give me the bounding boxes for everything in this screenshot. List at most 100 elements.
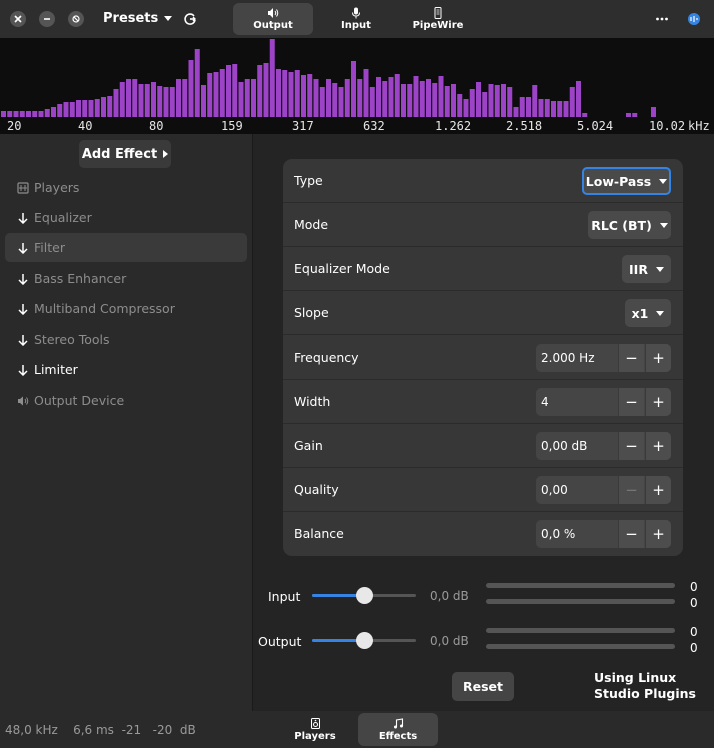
minus-icon: −: [625, 481, 638, 499]
sidebar-item-limiter[interactable]: Limiter: [5, 355, 247, 384]
spectrum-bar: [407, 84, 413, 117]
spectrum-bar: [332, 83, 338, 117]
spectrum-bar: [201, 85, 206, 117]
spectrum-bar: [469, 89, 475, 117]
bypass-button[interactable]: [68, 11, 84, 27]
minimize-window-button[interactable]: [39, 11, 55, 27]
gain-value[interactable]: 0,00 dB: [541, 439, 587, 453]
add-effect-button[interactable]: Add Effect: [79, 140, 171, 168]
sidebar-item-stereo-tools[interactable]: Stereo Tools: [5, 325, 247, 354]
arrow-down-icon: [16, 363, 30, 377]
peak-left: -21: [121, 723, 142, 737]
spectrum-bar: [194, 49, 200, 117]
balance-increase-button[interactable]: +: [645, 520, 671, 548]
spectrum-bar: [169, 87, 175, 117]
close-window-button[interactable]: [10, 11, 26, 27]
minus-icon: −: [625, 349, 638, 367]
sidebar-item-equalizer[interactable]: Equalizer: [5, 203, 247, 232]
players-icon: [16, 181, 30, 195]
sidebar-item-label: Players: [34, 180, 80, 195]
balance-value[interactable]: 0,0 %: [541, 527, 575, 541]
equalizer-mode-dropdown[interactable]: IIR: [622, 255, 671, 283]
sidebar-item-players[interactable]: Players: [5, 173, 247, 202]
width-spinbutton[interactable]: 4 − +: [536, 388, 671, 416]
spectrum-bar: [132, 79, 138, 117]
reset-button[interactable]: Reset: [452, 672, 514, 701]
input-gain-slider[interactable]: [312, 587, 416, 604]
spectrum-bar: [538, 99, 544, 117]
width-increase-button[interactable]: +: [645, 388, 671, 416]
frequency-value[interactable]: 2.000 Hz: [541, 351, 595, 365]
spectrum-bar: [226, 65, 231, 117]
presets-menu-button[interactable]: Presets: [103, 11, 173, 26]
spectrum-bar: [626, 113, 631, 117]
sidebar-item-multiband-compressor[interactable]: Multiband Compressor: [5, 294, 247, 323]
arrow-down-icon: [16, 333, 30, 347]
gain-decrease-button[interactable]: −: [618, 432, 644, 460]
width-row: Width 4 − +: [283, 380, 683, 424]
mode-value: RLC (BT): [591, 217, 652, 233]
type-dropdown[interactable]: Low-Pass: [582, 167, 671, 195]
spectrum-bar: [138, 84, 144, 117]
gain-increase-button[interactable]: +: [645, 432, 671, 460]
autoload-button[interactable]: [181, 10, 199, 28]
output-gain-slider[interactable]: [312, 632, 416, 649]
frequency-decrease-button[interactable]: −: [618, 344, 644, 372]
width-decrease-button[interactable]: −: [618, 388, 644, 416]
tab-players-label: Players: [294, 730, 336, 742]
output-gain-slider-knob[interactable]: [355, 632, 373, 649]
spectrum-bar: [151, 82, 156, 117]
spectrum-bar: [276, 69, 281, 117]
quality-value[interactable]: 0,00: [541, 483, 568, 497]
spectrum-bar: [401, 84, 406, 117]
gain-spinbutton[interactable]: 0,00 dB − +: [536, 432, 671, 460]
tab-pipewire[interactable]: PipeWire: [398, 3, 478, 35]
header-bar: Presets Output Input PipeWire: [0, 0, 714, 38]
mode-label: Mode: [294, 217, 329, 232]
quality-decrease-button[interactable]: −: [618, 476, 644, 504]
spectrum-bar: [319, 87, 325, 117]
input-meter-right-value: 0: [690, 596, 698, 610]
input-gain-slider-knob[interactable]: [355, 587, 373, 604]
balance-spinbutton[interactable]: 0,0 % − +: [536, 520, 671, 548]
spectrum-bar: [1, 111, 6, 117]
spectrum-bar: [526, 97, 531, 117]
main-menu-button[interactable]: [653, 10, 671, 28]
freq-label: 20: [7, 119, 22, 133]
spectrum-bar: [107, 96, 113, 117]
spectrum-bar: [632, 113, 638, 117]
tab-input[interactable]: Input: [316, 3, 396, 35]
spectrum-bar: [94, 99, 100, 117]
sidebar-item-filter[interactable]: Filter: [5, 233, 247, 262]
frequency-increase-button[interactable]: +: [645, 344, 671, 372]
input-gain-label: Input: [268, 589, 301, 604]
spectrum-bar: [113, 89, 119, 117]
balance-decrease-button[interactable]: −: [618, 520, 644, 548]
spectrum-bar: [507, 87, 513, 117]
sidebar-item-bass-enhancer[interactable]: Bass Enhancer: [5, 264, 247, 293]
spectrum-bar: [82, 100, 88, 117]
chevron-down-icon: [659, 222, 668, 228]
spectrum-bar: [382, 81, 388, 117]
quality-spinbutton[interactable]: 0,00 − +: [536, 476, 671, 504]
arrow-down-icon: [16, 302, 30, 316]
quality-increase-button[interactable]: +: [645, 476, 671, 504]
gain-row: Gain 0,00 dB − +: [283, 424, 683, 468]
width-value[interactable]: 4: [541, 395, 549, 409]
spectrum-bar: [563, 101, 569, 117]
spectrum-bar: [76, 100, 81, 117]
slope-dropdown[interactable]: x1: [625, 299, 671, 327]
tab-effects[interactable]: Effects: [358, 713, 438, 746]
type-value: Low-Pass: [585, 173, 652, 189]
freq-unit-label: kHz: [688, 119, 710, 133]
frequency-spinbutton[interactable]: 2.000 Hz − +: [536, 344, 671, 372]
sidebar-item-label: Equalizer: [34, 210, 92, 225]
spectrum-bar: [432, 83, 438, 117]
spectrum-bar: [476, 82, 481, 117]
mode-dropdown[interactable]: RLC (BT): [588, 211, 671, 239]
spectrum-bar: [351, 61, 356, 117]
tab-output[interactable]: Output: [233, 3, 313, 35]
sidebar-item-output-device[interactable]: Output Device: [5, 386, 247, 415]
tab-players[interactable]: Players: [275, 713, 355, 746]
spectrum-bar: [144, 84, 150, 117]
